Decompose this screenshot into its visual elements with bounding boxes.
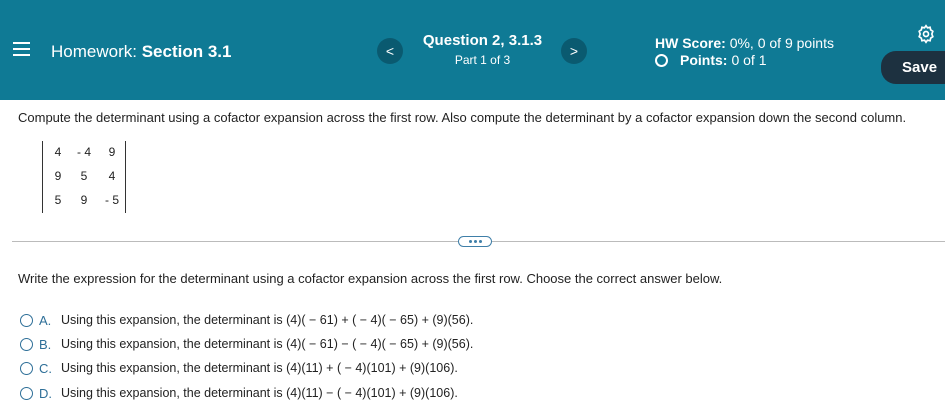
gear-icon[interactable] <box>916 24 936 44</box>
question-title: Question 2, 3.1.3 <box>422 32 543 49</box>
option-text: Using this expansion, the determinant is… <box>61 361 458 375</box>
matrix-cell: - 5 <box>104 193 119 207</box>
part-instruction: Write the expression for the determinant… <box>18 271 723 286</box>
option-text: Using this expansion, the determinant is… <box>61 337 474 351</box>
previous-question-button[interactable]: < <box>377 38 403 64</box>
option-letter: D. <box>39 385 52 401</box>
homework-section: Section 3.1 <box>141 42 232 61</box>
matrix-cell: - 4 <box>76 145 91 159</box>
next-question-button[interactable]: > <box>561 38 587 64</box>
matrix-cell: 5 <box>80 169 88 183</box>
answer-option-c[interactable]: C. Using this expansion, the determinant… <box>20 359 458 377</box>
points-label: Points: <box>680 52 728 68</box>
save-button[interactable]: Save <box>881 51 945 84</box>
answer-option-d[interactable]: D. Using this expansion, the determinant… <box>20 384 458 402</box>
radio-button[interactable] <box>20 361 33 375</box>
chevron-left-icon: < <box>385 43 395 59</box>
ellipsis-icon <box>469 240 472 243</box>
determinant-matrix: 4 - 4 9 9 5 4 5 9 - 5 <box>42 141 126 213</box>
hw-score: HW Score: 0%, 0 of 9 points <box>655 35 834 51</box>
matrix-cell: 9 <box>108 145 116 159</box>
problem-prompt: Compute the determinant using a cofactor… <box>18 110 907 125</box>
option-letter: B. <box>39 336 52 352</box>
top-bar: Homework: Section 3.1 < Question 2, 3.1.… <box>0 0 945 100</box>
option-letter: A. <box>39 312 52 328</box>
question-points: Points: 0 of 1 <box>655 52 766 68</box>
option-text: Using this expansion, the determinant is… <box>61 386 458 400</box>
matrix-cell: 4 <box>54 145 62 159</box>
progress-ring-icon <box>655 53 668 67</box>
matrix-cell: 5 <box>54 193 62 207</box>
radio-button[interactable] <box>20 386 33 400</box>
menu-icon[interactable] <box>13 42 30 56</box>
radio-button[interactable] <box>20 313 33 327</box>
matrix-cell: 4 <box>108 169 116 183</box>
hw-score-value: 0%, 0 of 9 points <box>729 35 834 51</box>
chevron-right-icon: > <box>569 43 579 59</box>
radio-button[interactable] <box>20 337 33 351</box>
homework-label: Homework: <box>51 42 137 61</box>
hw-score-label: HW Score: <box>655 35 726 51</box>
matrix-cell: 9 <box>54 169 62 183</box>
option-text: Using this expansion, the determinant is… <box>61 313 474 327</box>
expand-more-button[interactable] <box>458 236 492 247</box>
option-letter: C. <box>39 360 52 376</box>
points-value: 0 of 1 <box>731 52 767 68</box>
homework-title: Homework: Section 3.1 <box>51 42 231 62</box>
question-part: Part 1 of 3 <box>454 53 511 67</box>
matrix-cell: 9 <box>80 193 88 207</box>
answer-option-a[interactable]: A. Using this expansion, the determinant… <box>20 311 473 329</box>
answer-option-b[interactable]: B. Using this expansion, the determinant… <box>20 335 473 353</box>
